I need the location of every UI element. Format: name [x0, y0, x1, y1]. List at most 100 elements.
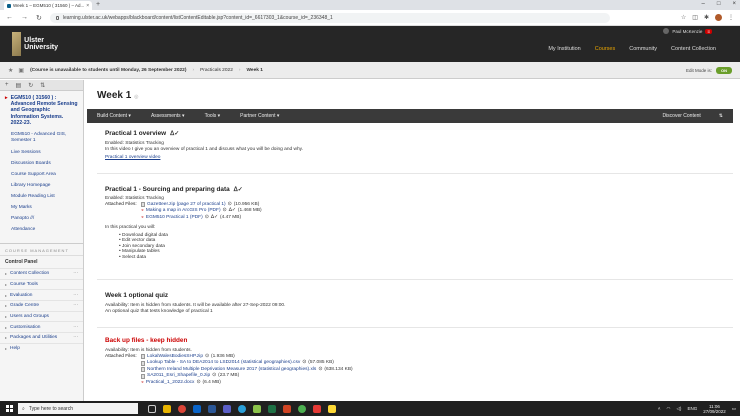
file-explorer-icon[interactable]	[163, 404, 171, 413]
partner-content-button[interactable]: Partner Content ▾	[240, 113, 279, 119]
cp-label: Help	[10, 346, 20, 352]
notifications-icon[interactable]: ▭	[732, 406, 736, 412]
more-icon[interactable]: ⋯	[73, 271, 78, 276]
sidebar-link-advanced-gis[interactable]: EGM510 - Advanced GIS, Semester 1	[0, 130, 83, 147]
sidebar-link-reading-list[interactable]: Module Reading List	[0, 191, 83, 202]
cp-packages[interactable]: ▸ Packages and Utilities ⋯	[0, 332, 83, 343]
star-icon[interactable]: ☆	[681, 14, 686, 21]
browser-tab[interactable]: Week 1 – EGM510 ( 31560 ) – Ad... ×	[4, 1, 92, 10]
sidebar-link-attendance[interactable]: Attendance	[0, 224, 83, 235]
windows-start-icon[interactable]	[4, 404, 14, 414]
cp-help[interactable]: ▸ Help	[0, 342, 83, 354]
language-indicator[interactable]: ENG	[687, 406, 697, 411]
reload-icon[interactable]: ↻	[36, 14, 42, 22]
assessments-button[interactable]: Assessments ▾	[151, 113, 185, 119]
discover-content-button[interactable]: Discover Content	[662, 113, 700, 119]
sidebar-link-my-marks[interactable]: My Marks	[0, 202, 83, 213]
edit-mode: Edit Mode is: ON	[686, 66, 732, 74]
arcgis-icon[interactable]	[238, 404, 246, 413]
course-title[interactable]: ▸ EGM510 ( 31560 ) : Advanced Remote Sen…	[0, 91, 83, 130]
more-icon[interactable]: ⋯	[73, 293, 78, 298]
url-text: learning.ulster.ac.uk/webapps/blackboard…	[62, 14, 333, 21]
puzzle-icon[interactable]: ✱	[704, 14, 709, 21]
item-title[interactable]: Practical 1 - Sourcing and preparing dat…	[105, 186, 230, 193]
file-options-icon[interactable]: ⊙	[205, 215, 209, 222]
file-options-icon[interactable]: ⊙	[196, 380, 200, 387]
nav-community[interactable]: Community	[629, 46, 657, 52]
refresh-icon[interactable]: ↻	[28, 82, 33, 89]
app-icon[interactable]	[328, 404, 336, 413]
menu-toggle-icon[interactable]: ▣	[18, 67, 24, 74]
notification-badge[interactable]: ≡	[705, 28, 712, 34]
add-menu-item-icon[interactable]: +	[5, 82, 9, 88]
sidebar-link-library[interactable]: Library Homepage	[0, 180, 83, 191]
sidebar-link-live-sessions[interactable]: Live Sessions	[0, 147, 83, 158]
close-window-icon[interactable]: ×	[732, 1, 736, 7]
course-menu: + ▤ ↻ ⇅ ▸ EGM510 ( 31560 ) : Advanced Re…	[0, 80, 84, 416]
new-tab-icon[interactable]: +	[96, 1, 100, 8]
item-link[interactable]: Practical 1 overview video	[105, 155, 733, 161]
adaptive-release-icon[interactable]: ᐃ✓	[170, 130, 179, 137]
cp-grade-centre[interactable]: ▸ Grade Centre ⋯	[0, 300, 83, 311]
excel-icon[interactable]	[268, 404, 276, 413]
file-options-icon[interactable]: ⊙	[318, 367, 322, 374]
edit-mode-toggle[interactable]: ON	[716, 66, 732, 74]
app-icon[interactable]	[298, 404, 306, 413]
cp-course-tools[interactable]: ▸ Course Tools	[0, 278, 83, 290]
university-logo[interactable]: Ulster University	[12, 30, 58, 58]
attached-file[interactable]: ◒ EGM510 Practical 1 (PDF) ⊙ ᐃ✓ (4.47 MB)	[105, 215, 733, 222]
more-icon[interactable]: ⋯	[73, 335, 78, 340]
network-icon[interactable]: ◠	[667, 406, 671, 412]
menu-icon[interactable]: ⋮	[728, 14, 734, 21]
url-field[interactable]: learning.ulster.ac.uk/webapps/blackboard…	[49, 12, 610, 23]
build-content-button[interactable]: Build Content ▾	[97, 113, 131, 119]
cp-content-collection[interactable]: ▸ Content Collection ⋯	[0, 268, 83, 279]
breadcrumb-course[interactable]: (Course is unavailable to students until…	[30, 68, 186, 73]
more-icon[interactable]: ⋯	[73, 325, 78, 330]
chrome-icon[interactable]	[178, 404, 186, 413]
sort-icon[interactable]: ⇅	[40, 82, 45, 89]
extension-icon[interactable]: ◫	[692, 14, 698, 21]
powerpoint-icon[interactable]	[283, 404, 291, 413]
clock[interactable]: 11:06 27/09/2022	[703, 404, 726, 414]
adaptive-release-icon[interactable]: ᐃ✓	[234, 186, 243, 193]
item-title[interactable]: Week 1 optional quiz	[105, 292, 168, 299]
task-view-icon[interactable]	[148, 404, 156, 413]
cp-evaluation[interactable]: ▸ Evaluation ⋯	[0, 289, 83, 300]
word-icon[interactable]	[208, 404, 216, 413]
nav-courses[interactable]: Courses	[595, 46, 615, 52]
nav-my-institution[interactable]: My Institution	[548, 46, 580, 52]
star-icon[interactable]: ★	[8, 67, 13, 74]
cp-label: Customisation	[10, 324, 41, 330]
cp-customisation[interactable]: ▸ Customisation ⋯	[0, 321, 83, 332]
breadcrumb-practicals[interactable]: Practicals 2022	[200, 68, 233, 73]
forward-icon[interactable]: →	[21, 14, 28, 21]
app-icon[interactable]	[313, 404, 321, 413]
sidebar-link-course-support[interactable]: Course Support Area	[0, 169, 83, 180]
sidebar-link-panopto[interactable]: Panopto ///	[0, 213, 83, 224]
search-icon: ⌕	[22, 405, 25, 412]
item-title[interactable]: Back up files - keep hidden	[105, 337, 187, 344]
back-icon[interactable]: ←	[6, 14, 13, 21]
user-menu[interactable]: Paul McKenzie ≡	[663, 28, 712, 34]
sidebar-link-discussion-boards[interactable]: Discussion Boards	[0, 158, 83, 169]
cp-users-groups[interactable]: ▸ Users and Groups	[0, 310, 83, 322]
more-icon[interactable]: ⋯	[73, 303, 78, 308]
item-title[interactable]: Practical 1 overview	[105, 130, 166, 137]
qgis-icon[interactable]	[253, 404, 261, 413]
folder-view-icon[interactable]: ▤	[16, 82, 22, 89]
maximize-icon[interactable]: □	[717, 1, 721, 7]
reorder-icon[interactable]: ⇅	[719, 113, 723, 119]
volume-icon[interactable]: ◁)	[676, 406, 681, 412]
nav-content-collection[interactable]: Content Collection	[671, 46, 716, 52]
teams-icon[interactable]	[223, 404, 231, 413]
attached-file[interactable]: ◒ Practical_1_2022.docx ⊙ (6.4 MB)	[105, 380, 733, 387]
outlook-icon[interactable]	[193, 404, 201, 413]
tray-chevron-icon[interactable]: ˄	[658, 406, 661, 411]
options-icon[interactable]: ◎	[134, 94, 138, 100]
taskbar-search[interactable]: ⌕ Type here to search	[18, 403, 138, 414]
tools-button[interactable]: Tools ▾	[205, 113, 221, 119]
close-tab-icon[interactable]: ×	[86, 3, 89, 9]
minimize-icon[interactable]: –	[702, 1, 705, 7]
profile-avatar[interactable]	[715, 14, 722, 21]
